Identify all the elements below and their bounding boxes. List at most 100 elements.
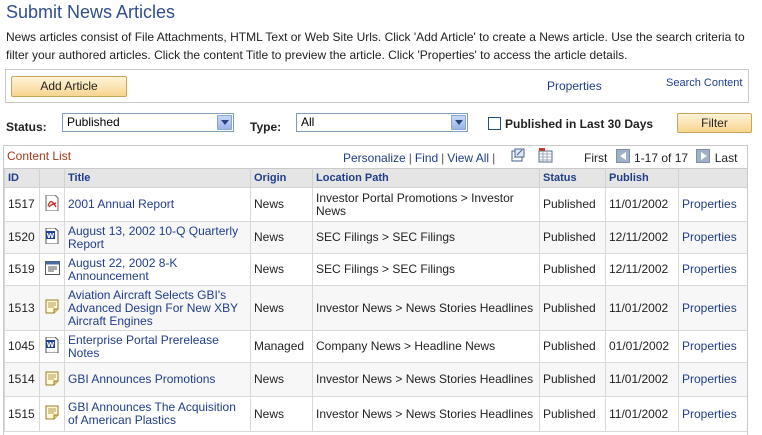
row-status: Published: [539, 362, 606, 397]
row-id: 1045: [4, 330, 40, 363]
add-article-button[interactable]: Add Article: [11, 76, 127, 97]
filter-bar: Status: Published Type: All Published in…: [0, 112, 762, 136]
row-publish: 01/01/2002: [605, 330, 679, 363]
row-publish: 11/01/2002: [605, 396, 679, 432]
last30-checkbox[interactable]: [488, 117, 501, 130]
row-properties-link[interactable]: Properties: [682, 407, 737, 421]
chevron-down-icon[interactable]: [451, 115, 466, 130]
download-spreadsheet-icon[interactable]: [538, 148, 553, 166]
row-origin: News: [250, 285, 313, 331]
column-header-location[interactable]: Location Path: [312, 168, 540, 188]
properties-link[interactable]: Properties: [547, 79, 602, 93]
intro-text: News articles consist of File Attachment…: [6, 30, 745, 62]
personalize-link[interactable]: Personalize: [343, 151, 406, 165]
type-label: Type:: [250, 120, 282, 134]
note-icon: [45, 405, 60, 423]
page-title: Submit News Articles: [6, 2, 176, 22]
column-header-title[interactable]: Title: [64, 168, 251, 188]
word-doc-icon: W: [45, 227, 59, 247]
row-id: 1520: [4, 221, 40, 254]
row-origin: Managed: [250, 330, 313, 363]
row-origin: News: [250, 253, 313, 286]
grid-navigation: Content List Personalize | Find | View All | …: [4, 146, 747, 168]
row-origin: News: [250, 396, 313, 432]
table-row: 1513 Aviation Aircraft Selects GBI's Adva…: [4, 285, 747, 331]
column-header-icon: [39, 168, 65, 188]
row-title-link[interactable]: Aviation Aircraft Selects GBI's Advanced…: [68, 288, 238, 328]
pdf-icon: [45, 194, 59, 214]
row-status: Published: [539, 253, 606, 286]
row-origin: News: [250, 362, 313, 397]
note-icon: [45, 299, 60, 317]
text-doc-icon: [44, 261, 60, 278]
row-publish: 12/11/2002: [605, 253, 679, 286]
row-origin: News: [250, 187, 313, 222]
status-label: Status:: [6, 120, 47, 134]
row-title-link[interactable]: Enterprise Portal Prerelease Notes: [68, 333, 219, 360]
row-publish: 12/11/2002: [605, 221, 679, 254]
row-id: 1517: [4, 187, 40, 222]
table-row: 1519 August 22, 2002 8-K Announcement News…: [4, 253, 747, 286]
row-id: 1519: [4, 253, 40, 286]
grid-title: Content List: [7, 149, 72, 163]
svg-text:W: W: [47, 232, 55, 240]
row-status: Published: [539, 221, 606, 254]
action-bar: Add Article Properties Search Content: [5, 69, 749, 103]
column-header-origin[interactable]: Origin: [250, 168, 313, 188]
row-title-link[interactable]: GBI Announces Promotions: [68, 372, 215, 386]
table-row: 1517 2001 Annual Report News Investor Porta…: [4, 187, 747, 222]
word-doc-icon: W: [45, 336, 59, 356]
content-table: ID Title Origin Location Path Status Pub…: [4, 168, 747, 432]
row-properties-link[interactable]: Properties: [682, 372, 737, 386]
content-grid: Content List Personalize | Find | View All | …: [3, 145, 748, 435]
find-link[interactable]: Find: [415, 151, 438, 165]
row-properties-link[interactable]: Properties: [682, 230, 737, 244]
row-title-link[interactable]: August 13, 2002 10-Q Quarterly Report: [68, 224, 238, 251]
row-origin: News: [250, 221, 313, 254]
type-select[interactable]: All: [296, 113, 468, 132]
new-window-icon[interactable]: [511, 148, 525, 165]
last30-label: Published in Last 30 Days: [505, 117, 654, 131]
row-title-link[interactable]: GBI Announces The Acquisition of America…: [68, 400, 236, 427]
table-row: 1045 W Enterprise Portal Prerelease Notes M…: [4, 330, 747, 363]
svg-text:W: W: [47, 341, 55, 349]
status-select[interactable]: Published: [62, 113, 234, 132]
row-properties-link[interactable]: Properties: [682, 301, 737, 315]
row-properties-link[interactable]: Properties: [682, 197, 737, 211]
note-icon: [45, 371, 60, 389]
chevron-down-icon[interactable]: [217, 115, 232, 130]
table-row: 1520 W August 13, 2002 10-Q Quarterly Repo…: [4, 221, 747, 254]
row-location: Company News > Headline News: [312, 330, 540, 363]
row-publish: 11/01/2002: [605, 187, 679, 222]
row-properties-link[interactable]: Properties: [682, 262, 737, 276]
pager-first[interactable]: First: [584, 151, 607, 165]
row-title-link[interactable]: August 22, 2002 8-K Announcement: [68, 256, 177, 283]
filter-button[interactable]: Filter: [677, 113, 752, 133]
column-header-publish[interactable]: Publish: [605, 168, 679, 188]
row-title-link[interactable]: 2001 Annual Report: [68, 197, 174, 211]
column-header-status[interactable]: Status: [539, 168, 606, 188]
previous-page-icon[interactable]: [616, 149, 630, 163]
table-row: 1514 GBI Announces Promotions News Investor…: [4, 362, 747, 397]
row-status: Published: [539, 187, 606, 222]
row-location: SEC Filings > SEC Filings: [312, 221, 540, 254]
status-select-value: Published: [67, 115, 120, 129]
row-status: Published: [539, 330, 606, 363]
column-header-actions: [678, 168, 747, 188]
row-location: Investor Portal Promotions > Investor Ne…: [312, 187, 540, 222]
pager-last[interactable]: Last: [715, 151, 738, 165]
table-row: 1515 GBI Announces The Acquisition of Ame…: [4, 396, 747, 432]
column-header-id[interactable]: ID: [4, 168, 40, 188]
row-status: Published: [539, 396, 606, 432]
search-content-link[interactable]: Search Content: [666, 77, 742, 89]
row-location: Investor News > News Stories Headlines: [312, 396, 540, 432]
row-status: Published: [539, 285, 606, 331]
pager: First 1-17 of 17 Last: [584, 151, 737, 165]
row-location: Investor News > News Stories Headlines: [312, 285, 540, 331]
row-properties-link[interactable]: Properties: [682, 339, 737, 353]
row-publish: 11/01/2002: [605, 285, 679, 331]
view-all-link[interactable]: View All: [447, 151, 489, 165]
row-id: 1513: [4, 285, 40, 331]
pager-range: 1-17 of 17: [634, 151, 689, 165]
next-page-icon[interactable]: [696, 149, 710, 163]
